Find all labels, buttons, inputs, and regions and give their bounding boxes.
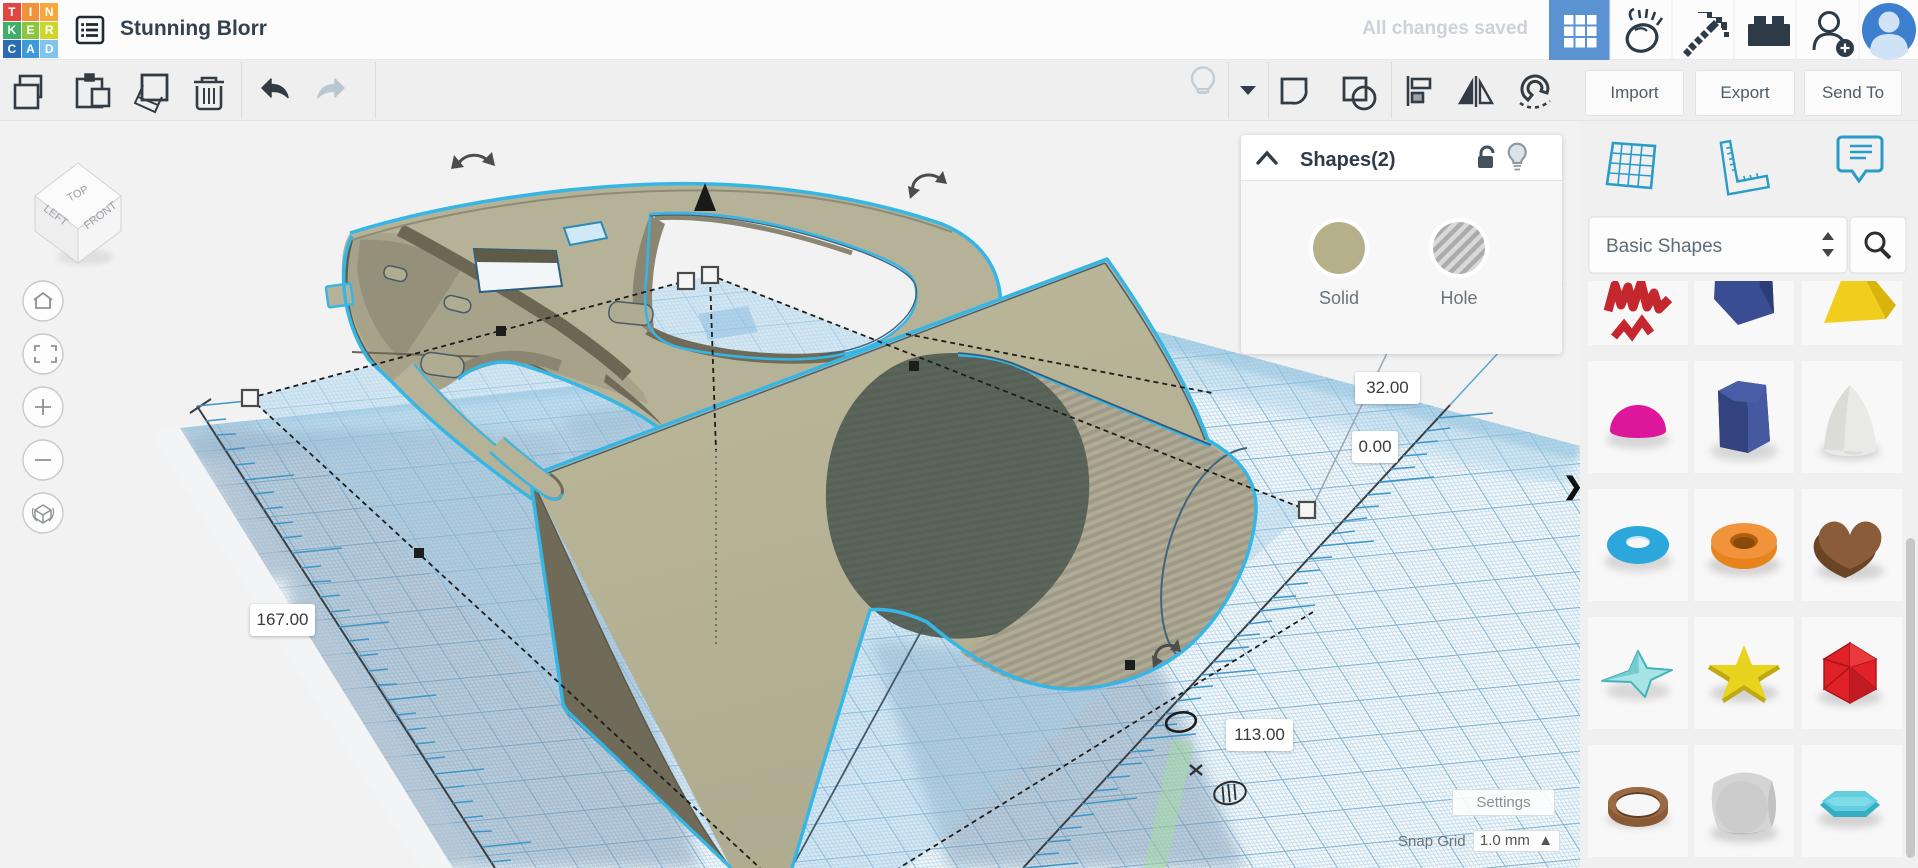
svg-text:Shapes(2): Shapes(2) [1300, 149, 1396, 171]
svg-text:Hole: Hole [1440, 288, 1477, 308]
svg-text:Solid: Solid [1319, 288, 1359, 308]
svg-text:Basic Shapes: Basic Shapes [1606, 236, 1722, 257]
